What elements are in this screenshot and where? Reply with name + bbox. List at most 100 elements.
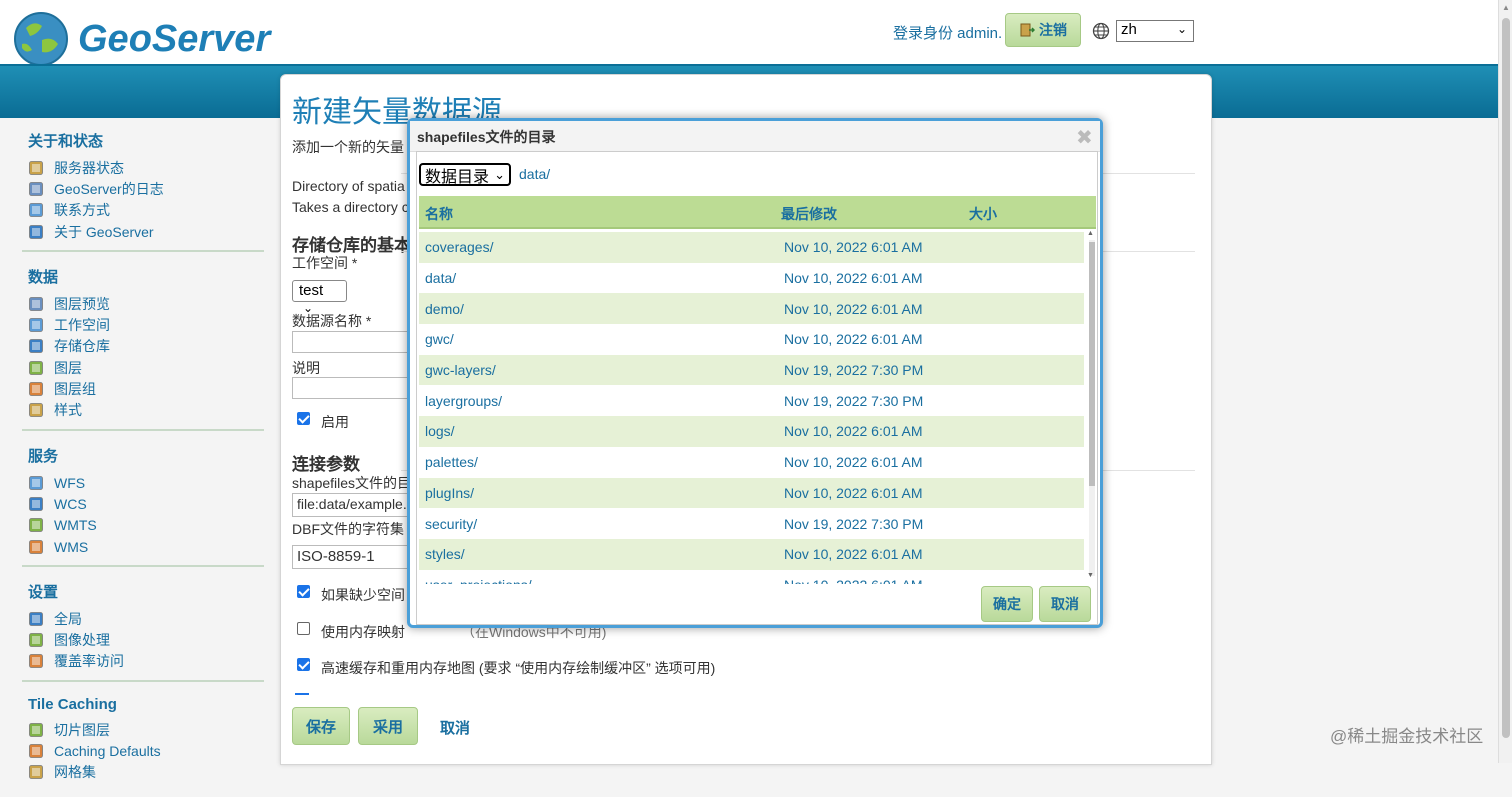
memory-mapped-checkbox[interactable] bbox=[297, 622, 310, 635]
column-name-header[interactable]: 名称 bbox=[425, 204, 453, 224]
file-row[interactable]: gwc/Nov 10, 2022 6:01 AM bbox=[419, 324, 1084, 355]
workspace-select[interactable]: test ⌄ bbox=[292, 280, 347, 315]
file-name-link[interactable]: gwc-layers/ bbox=[425, 362, 496, 378]
file-row[interactable]: user_projections/Nov 10, 2022 6:01 AM bbox=[419, 570, 1084, 584]
sidebar-item[interactable]: 图层预览 bbox=[28, 293, 258, 314]
dialog-titlebar[interactable]: shapefiles文件的目录 ✖ bbox=[410, 121, 1100, 152]
dialog-cancel-button[interactable]: 取消 bbox=[1039, 586, 1091, 622]
sidebar-item-icon bbox=[29, 744, 43, 758]
language-globe-icon bbox=[1092, 22, 1110, 40]
file-row[interactable]: gwc-layers/Nov 19, 2022 7:30 PM bbox=[419, 354, 1084, 386]
cache-memory-maps-checkbox[interactable] bbox=[297, 658, 310, 671]
file-row[interactable]: plugIns/Nov 10, 2022 6:01 AM bbox=[419, 477, 1084, 509]
sidebar-item[interactable]: 图像处理 bbox=[28, 629, 258, 650]
sidebar-item[interactable]: 图层 bbox=[28, 357, 258, 378]
language-select[interactable]: zh ⌄ bbox=[1116, 20, 1194, 42]
ok-button[interactable]: 确定 bbox=[981, 586, 1033, 622]
scroll-down-icon[interactable]: ▼ bbox=[1087, 572, 1094, 579]
datasource-name-input[interactable] bbox=[292, 331, 412, 353]
sidebar-item-icon bbox=[29, 633, 43, 647]
file-row[interactable]: data/Nov 10, 2022 6:01 AM bbox=[419, 263, 1084, 294]
sidebar-item-label: WCS bbox=[54, 495, 87, 512]
sidebar-section: 数据 图层预览 工作空间 存储仓库 图层 图层组 样式 bbox=[22, 258, 264, 431]
sidebar-item[interactable]: 存储仓库 bbox=[28, 336, 258, 357]
column-modified-header[interactable]: 最后修改 bbox=[781, 204, 837, 224]
file-modified-date: Nov 10, 2022 6:01 AM bbox=[784, 423, 923, 440]
store-type-desc: Directory of spatia bbox=[292, 178, 405, 194]
sidebar-item[interactable]: 联系方式 bbox=[28, 200, 258, 221]
language-value: zh bbox=[1121, 21, 1137, 38]
page-scrollbar[interactable]: ▲ bbox=[1498, 0, 1512, 763]
apply-button[interactable]: 采用 bbox=[358, 707, 418, 745]
sidebar-item[interactable]: 覆盖率访问 bbox=[28, 651, 258, 672]
file-name-link[interactable]: user_projections/ bbox=[425, 577, 532, 584]
sidebar-item-icon bbox=[29, 360, 43, 375]
file-name-link[interactable]: coverages/ bbox=[425, 239, 493, 255]
file-name-link[interactable]: plugIns/ bbox=[425, 485, 474, 501]
create-spatial-index-checkbox[interactable] bbox=[297, 585, 310, 598]
page-scrollbar-thumb[interactable] bbox=[1502, 18, 1510, 738]
dbf-charset-select[interactable]: ISO-8859-1 bbox=[292, 545, 412, 569]
sidebar-item[interactable]: 关于 GeoServer bbox=[28, 221, 258, 242]
sidebar-item[interactable]: 服务器状态 bbox=[28, 157, 258, 178]
sidebar-section: Tile Caching 切片图层 Caching Defaults 网格集 bbox=[22, 688, 264, 791]
scrollbar-thumb[interactable] bbox=[1089, 242, 1095, 486]
scroll-up-icon[interactable]: ▲ bbox=[1087, 230, 1094, 237]
sidebar-item[interactable]: WFS bbox=[28, 472, 258, 493]
file-name-link[interactable]: styles/ bbox=[425, 546, 465, 562]
sidebar-item-label: 切片图层 bbox=[54, 721, 110, 738]
sidebar-item-label: 覆盖率访问 bbox=[54, 653, 124, 670]
cancel-link[interactable]: 取消 bbox=[440, 717, 470, 738]
sidebar-item[interactable]: WMTS bbox=[28, 515, 258, 536]
connection-params-heading: 连接参数 bbox=[292, 455, 360, 474]
sidebar-item[interactable]: 切片图层 bbox=[28, 719, 258, 740]
sidebar-item-icon bbox=[29, 339, 43, 354]
file-name-link[interactable]: demo/ bbox=[425, 301, 464, 317]
file-name-link[interactable]: palettes/ bbox=[425, 454, 478, 470]
sidebar-item[interactable]: 网格集 bbox=[28, 762, 258, 783]
sidebar-item-icon bbox=[29, 296, 43, 311]
shapefile-dir-input[interactable]: file:data/example. bbox=[292, 493, 412, 517]
workspace-value: test bbox=[299, 282, 324, 299]
sidebar-item[interactable]: 全局 bbox=[28, 608, 258, 629]
sidebar-item-label: 工作空间 bbox=[54, 317, 110, 334]
current-path-link[interactable]: data/ bbox=[519, 166, 550, 182]
file-row[interactable]: logs/Nov 10, 2022 6:01 AM bbox=[419, 416, 1084, 447]
file-name-link[interactable]: data/ bbox=[425, 270, 456, 286]
logout-button[interactable]: 注销 bbox=[1005, 13, 1081, 47]
dialog-body: 数据目录 ⌄ data/ 名称 最后修改 大小 coverages/Nov 10… bbox=[416, 151, 1098, 625]
file-row[interactable]: layergroups/Nov 19, 2022 7:30 PM bbox=[419, 385, 1084, 416]
workspace-label: 工作空间 * bbox=[292, 255, 358, 271]
file-row[interactable]: coverages/Nov 10, 2022 6:01 AM bbox=[419, 232, 1084, 263]
file-name-link[interactable]: logs/ bbox=[425, 423, 455, 439]
column-size-header[interactable]: 大小 bbox=[969, 204, 997, 224]
file-row[interactable]: demo/Nov 10, 2022 6:01 AM bbox=[419, 293, 1084, 325]
save-button[interactable]: 保存 bbox=[292, 707, 350, 745]
file-name-link[interactable]: gwc/ bbox=[425, 331, 454, 347]
file-name-link[interactable]: layergroups/ bbox=[425, 393, 502, 409]
sidebar-item[interactable]: 工作空间 bbox=[28, 314, 258, 335]
description-input[interactable] bbox=[292, 377, 412, 399]
sidebar-item[interactable]: WCS bbox=[28, 493, 258, 514]
file-modified-date: Nov 19, 2022 7:30 PM bbox=[784, 362, 924, 379]
geoserver-logo[interactable]: GeoServer bbox=[12, 10, 270, 68]
file-name-link[interactable]: security/ bbox=[425, 516, 477, 532]
sidebar-item[interactable]: Caching Defaults bbox=[28, 740, 258, 761]
file-list-scrollbar[interactable]: ▲ ▼ bbox=[1087, 230, 1097, 584]
root-directory-select[interactable]: 数据目录 ⌄ bbox=[419, 163, 511, 186]
close-icon[interactable]: ✖ bbox=[1076, 125, 1093, 150]
sidebar-item[interactable]: 样式 bbox=[28, 400, 258, 421]
sidebar-item-icon bbox=[29, 539, 43, 554]
sidebar-item[interactable]: WMS bbox=[28, 536, 258, 557]
scroll-up-icon[interactable]: ▲ bbox=[1502, 3, 1510, 12]
sidebar-item-icon bbox=[29, 224, 43, 239]
file-modified-date: Nov 10, 2022 6:01 AM bbox=[784, 239, 923, 256]
sidebar-item[interactable]: 图层组 bbox=[28, 378, 258, 399]
sidebar-item-icon bbox=[29, 160, 43, 175]
sidebar-item[interactable]: GeoServer的日志 bbox=[28, 178, 258, 199]
file-row[interactable]: palettes/Nov 10, 2022 6:01 AM bbox=[419, 447, 1084, 478]
file-row[interactable]: styles/Nov 10, 2022 6:01 AM bbox=[419, 538, 1084, 570]
file-modified-date: Nov 10, 2022 6:01 AM bbox=[784, 300, 923, 317]
file-row[interactable]: security/Nov 19, 2022 7:30 PM bbox=[419, 508, 1084, 539]
enabled-checkbox[interactable] bbox=[297, 412, 310, 425]
